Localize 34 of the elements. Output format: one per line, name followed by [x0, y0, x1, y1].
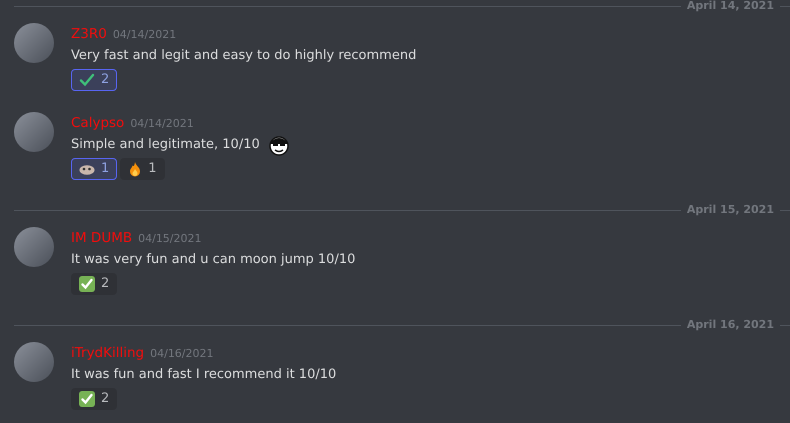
reaction-button[interactable]: 1	[120, 158, 165, 180]
checkbox-icon	[79, 276, 95, 292]
reaction-count: 1	[148, 160, 157, 178]
timestamp: 04/16/2021	[150, 347, 214, 360]
checkbox-icon	[79, 391, 95, 407]
fire-icon	[128, 161, 142, 177]
avatar-photo[interactable]	[14, 112, 54, 152]
username[interactable]: IM DUMB	[71, 230, 132, 246]
date-divider-label: April 16, 2021	[686, 319, 775, 331]
message-text: It was very fun and u can moon jump 10/10	[71, 251, 356, 269]
reaction-count: 2	[101, 390, 110, 408]
date-divider-label: April 14, 2021	[686, 0, 775, 12]
reaction-count: 2	[101, 275, 110, 294]
reaction-count: 1	[101, 160, 110, 178]
message-text: It was fun and fast I recommend it 10/10	[71, 366, 336, 384]
username[interactable]: Z3R0	[71, 26, 107, 42]
reaction-button[interactable]: 2	[71, 69, 118, 91]
timestamp: 04/14/2021	[112, 28, 176, 41]
reaction-button[interactable]: 2	[71, 273, 118, 295]
date-divider-label: April 15, 2021	[686, 204, 775, 216]
blob-icon	[79, 163, 95, 175]
avatar-photo[interactable]	[14, 227, 54, 267]
timestamp: 04/15/2021	[138, 232, 202, 245]
reaction-count: 2	[101, 71, 110, 90]
avatar-photo[interactable]	[14, 342, 54, 382]
username[interactable]: iTrydKilling	[71, 345, 144, 361]
username[interactable]: Calypso	[71, 115, 124, 131]
message-text: Very fast and legit and easy to do highly recommend	[71, 47, 416, 65]
timestamp: 04/14/2021	[130, 117, 194, 130]
reaction-button[interactable]: 2	[71, 388, 118, 410]
avatar-photo[interactable]	[14, 23, 54, 63]
reaction-button[interactable]: 1	[71, 158, 118, 180]
message-text: Simple and legitimate, 10/10	[71, 136, 260, 154]
check-icon	[79, 72, 95, 88]
